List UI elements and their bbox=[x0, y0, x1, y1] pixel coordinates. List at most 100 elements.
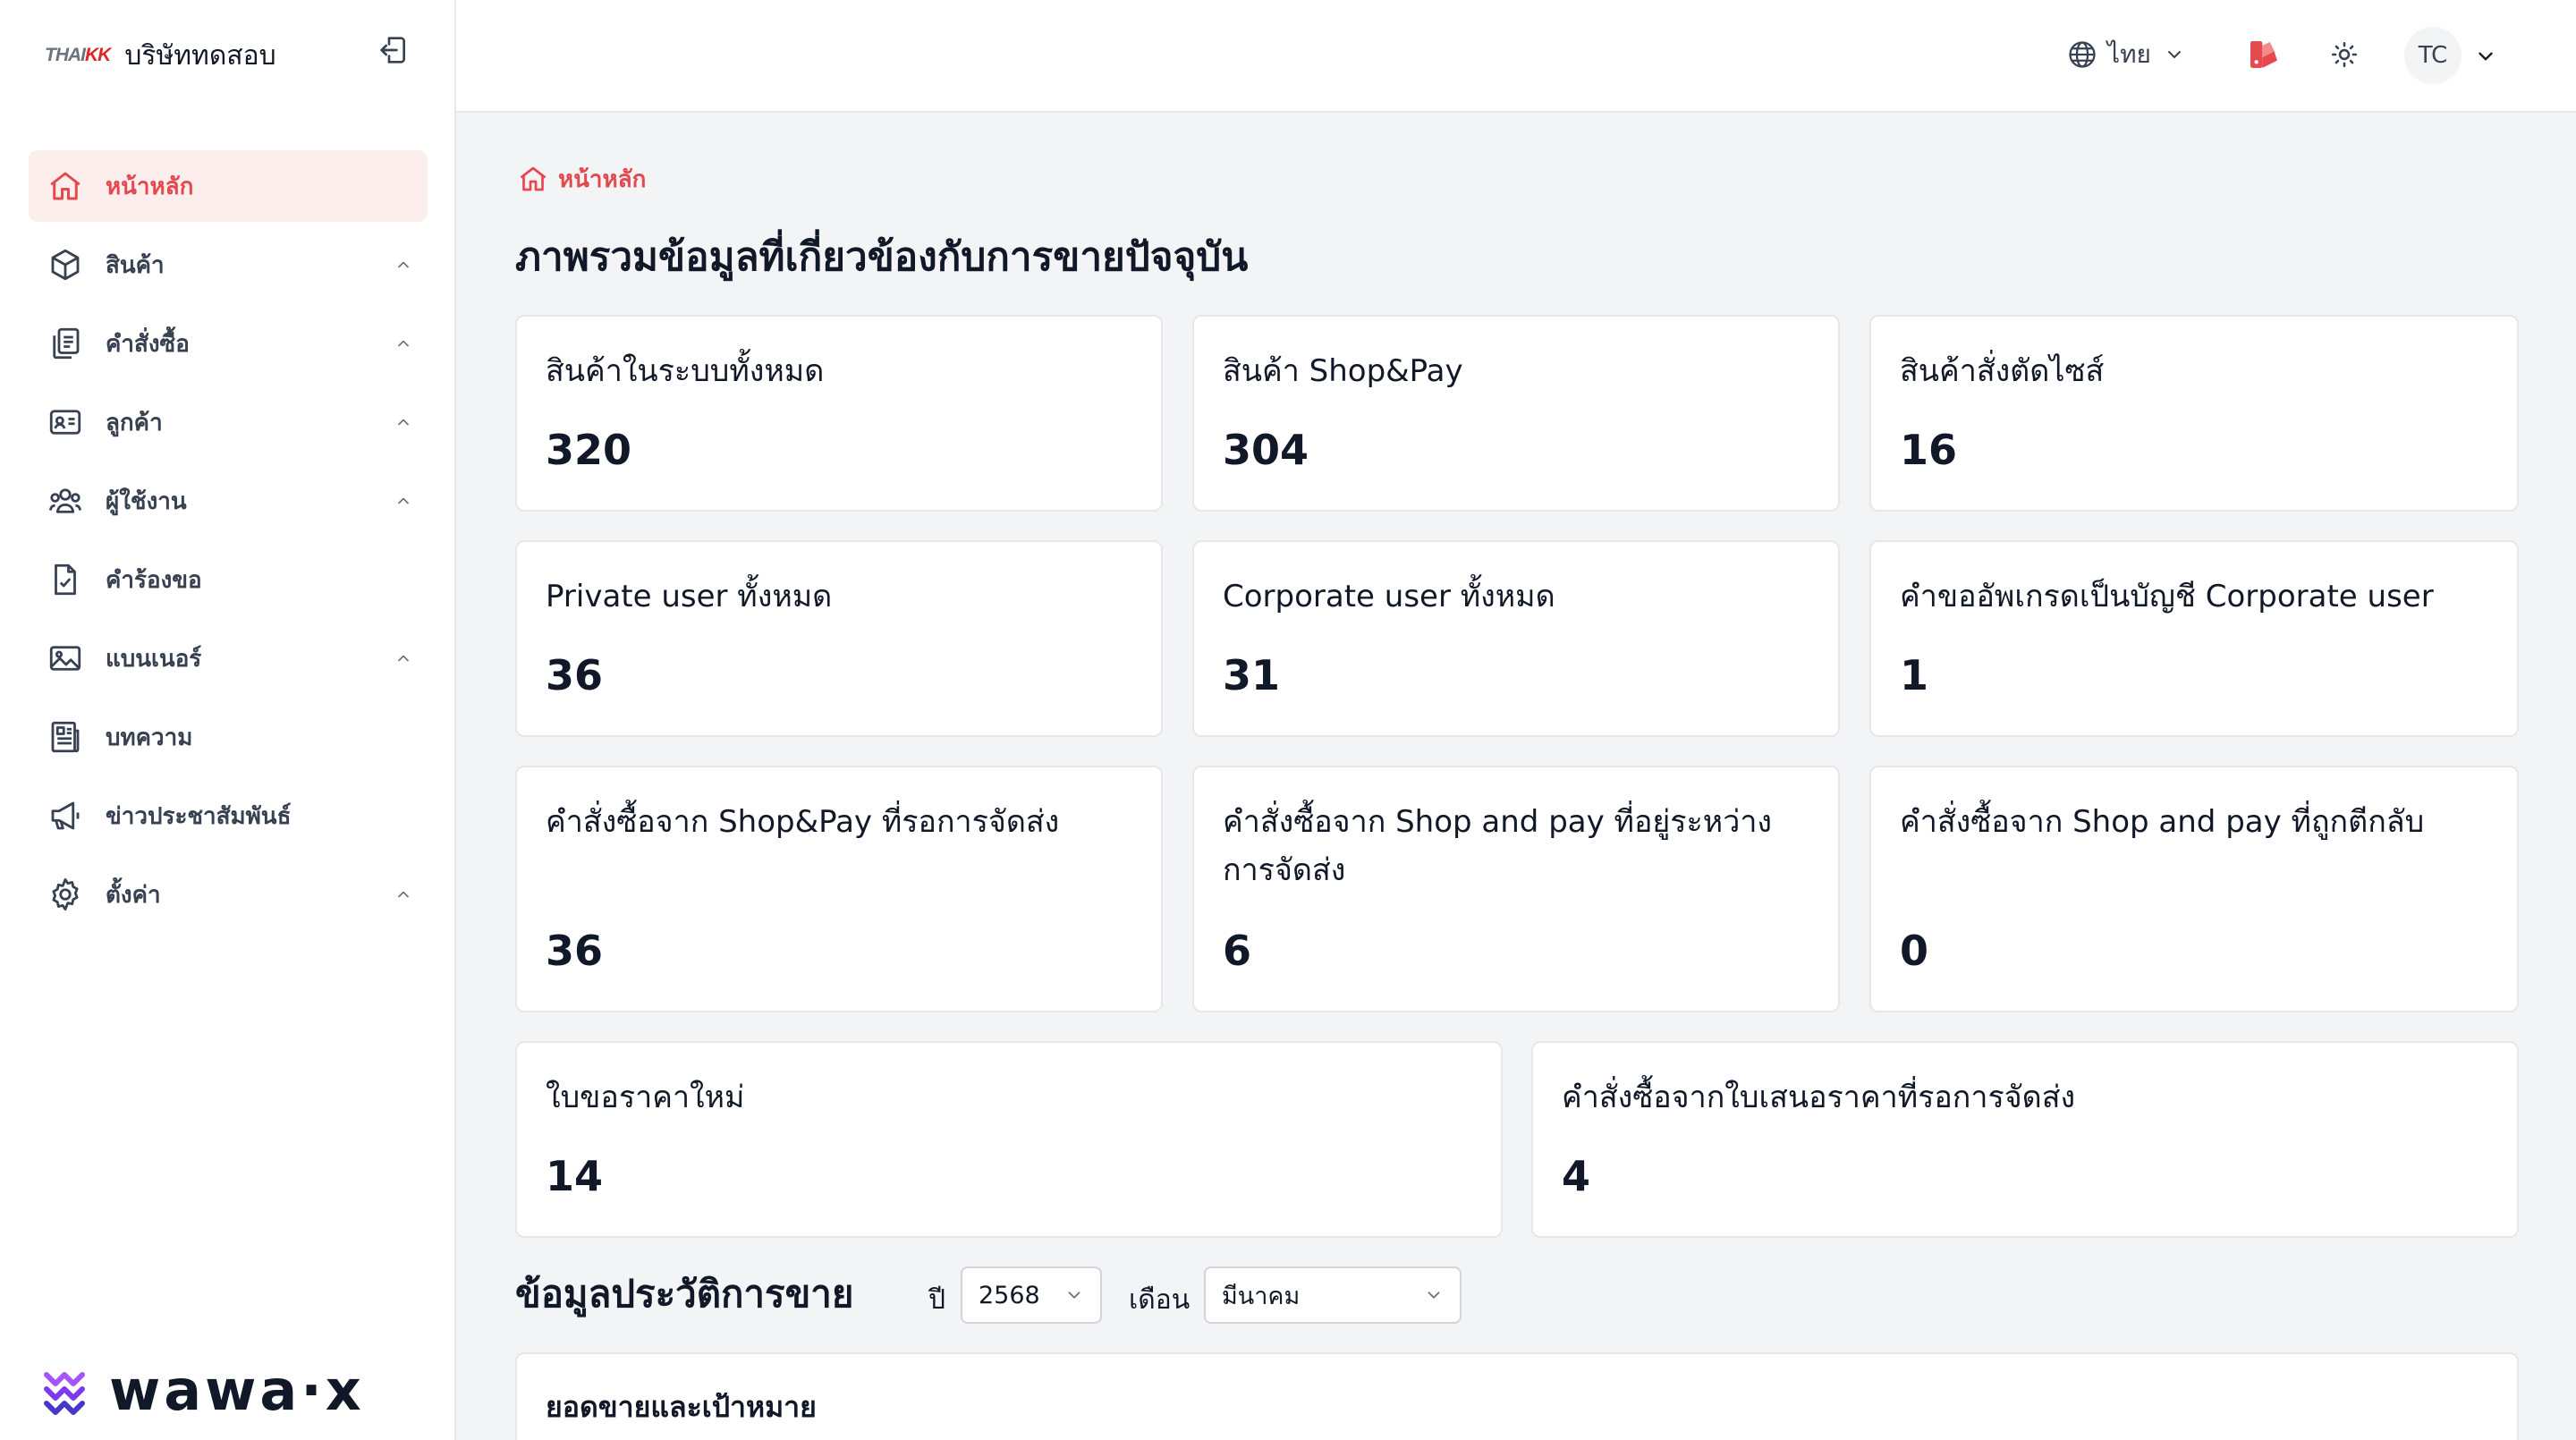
stat-card-quotation-orders-awaiting: คำสั่งซื้อจากใบเสนอราคาที่รอการจัดส่ง 4 bbox=[1531, 1041, 2519, 1238]
language-label: ไทย bbox=[2107, 39, 2151, 69]
sidebar-item-orders[interactable]: คำสั่งซื้อ bbox=[29, 308, 428, 379]
sidebar-item-label: ตั้งค่า bbox=[106, 881, 161, 909]
stat-value: 0 bbox=[1900, 927, 1929, 975]
image-icon bbox=[45, 638, 86, 679]
users-icon bbox=[45, 480, 86, 521]
chevron-down-icon bbox=[2167, 51, 2181, 58]
year-label: ปี bbox=[928, 1284, 946, 1316]
theme-toggle-button[interactable] bbox=[2324, 34, 2365, 75]
id-card-icon bbox=[45, 402, 86, 443]
sidebar-item-label: หน้าหลัก bbox=[106, 173, 194, 200]
sidebar-item-label: คำสั่งซื้อ bbox=[106, 330, 190, 358]
file-check-icon bbox=[45, 559, 86, 600]
sidebar-item-label: แบนเนอร์ bbox=[106, 645, 202, 673]
sidebar-item-customers[interactable]: ลูกค้า bbox=[29, 386, 428, 458]
stat-value: 1 bbox=[1900, 651, 1929, 699]
sidebar-item-settings[interactable]: ตั้งค่า bbox=[29, 859, 428, 930]
newspaper-icon bbox=[45, 716, 86, 758]
stat-value: 6 bbox=[1223, 927, 1252, 975]
chevron-up-icon bbox=[392, 647, 415, 670]
breadcrumb[interactable]: หน้าหลัก bbox=[517, 161, 646, 197]
chevron-up-icon bbox=[392, 253, 415, 276]
sidebar-item-articles[interactable]: บทความ bbox=[29, 701, 428, 773]
breadcrumb-label: หน้าหลัก bbox=[558, 165, 647, 193]
globe-icon bbox=[2069, 41, 2096, 68]
stat-value: 320 bbox=[546, 426, 632, 474]
wawax-wave-icon bbox=[44, 1372, 85, 1415]
stat-card-shop-pay-products: สินค้า Shop&Pay 304 bbox=[1192, 315, 1840, 512]
wawax-logo: wawa·x bbox=[41, 1363, 365, 1419]
stat-label: ใบขอราคาใหม่ bbox=[546, 1080, 745, 1115]
home-icon bbox=[45, 165, 86, 207]
home-icon bbox=[520, 166, 547, 191]
avatar[interactable]: TC bbox=[2404, 27, 2462, 84]
sidebar-item-requests[interactable]: คำร้องขอ bbox=[29, 544, 428, 615]
stat-label: สินค้าในระบบทั้งหมด bbox=[546, 353, 825, 389]
stat-value: 304 bbox=[1223, 426, 1309, 474]
sidebar-item-label: ลูกค้า bbox=[106, 409, 163, 436]
palette-icon bbox=[2250, 41, 2277, 68]
stat-value: 4 bbox=[1562, 1152, 1591, 1200]
megaphone-icon bbox=[45, 795, 86, 836]
logout-button[interactable] bbox=[374, 30, 413, 70]
sidebar-item-label: ผู้ใช้งาน bbox=[106, 487, 187, 515]
stat-value: 36 bbox=[546, 927, 604, 975]
stat-card-custom-size-products: สินค้าสั่งตัดไซส์ 16 bbox=[1869, 315, 2519, 512]
sidebar-item-label: สินค้า bbox=[106, 251, 165, 279]
wawax-wordmark: wawa·x bbox=[109, 1358, 365, 1423]
chevron-up-icon bbox=[392, 489, 415, 512]
chevron-down-icon bbox=[1068, 1292, 1080, 1299]
stat-label: Private user ทั้งหมด bbox=[546, 579, 833, 614]
sidebar-nav: หน้าหลัก สินค้า คำสั่งซื้อ ลูกค้า ผู้ใช้… bbox=[29, 150, 428, 937]
stat-label: คำขออัพเกรดเป็นบัญชี Corporate user bbox=[1900, 579, 2434, 614]
sales-target-title: ยอดขายและเป้าหมาย bbox=[546, 1390, 817, 1424]
chevron-down-icon bbox=[2479, 52, 2493, 61]
sales-history-title: ข้อมูลประวัติการขาย bbox=[515, 1272, 854, 1316]
sidebar-item-products[interactable]: สินค้า bbox=[29, 229, 428, 301]
company-logo: THAIKK bbox=[45, 45, 111, 65]
stat-card-new-quotations: ใบขอราคาใหม่ 14 bbox=[515, 1041, 1503, 1238]
stat-card-orders-in-transit: คำสั่งซื้อจาก Shop and pay ที่อยู่ระหว่า… bbox=[1192, 766, 1840, 1012]
sales-target-card: ยอดขายและเป้าหมาย bbox=[515, 1352, 2519, 1440]
month-label: เดือน bbox=[1129, 1284, 1191, 1316]
month-select[interactable]: มีนาคม bbox=[1204, 1266, 1462, 1324]
year-select[interactable]: 2568 bbox=[961, 1266, 1102, 1324]
year-select-value: 2568 bbox=[979, 1281, 1040, 1309]
stat-label: Corporate user ทั้งหมด bbox=[1223, 579, 1555, 614]
stat-card-corporate-users: Corporate user ทั้งหมด 31 bbox=[1192, 540, 1840, 737]
stat-value: 31 bbox=[1223, 651, 1281, 699]
chevron-down-icon bbox=[1428, 1292, 1440, 1299]
sidebar-item-home[interactable]: หน้าหลัก bbox=[29, 150, 428, 222]
sidebar-item-label: บทความ bbox=[106, 724, 193, 751]
stat-card-orders-returned: คำสั่งซื้อจาก Shop and pay ที่ถูกตีกลับ … bbox=[1869, 766, 2519, 1012]
chevron-up-icon bbox=[392, 883, 415, 906]
sidebar-item-users[interactable]: ผู้ใช้งาน bbox=[29, 465, 428, 537]
stat-card-orders-awaiting-shipment: คำสั่งซื้อจาก Shop&Pay ที่รอการจัดส่ง 36 bbox=[515, 766, 1163, 1012]
chevron-up-icon bbox=[392, 332, 415, 355]
stat-value: 36 bbox=[546, 651, 604, 699]
chevron-up-icon bbox=[392, 411, 415, 434]
stat-label: คำสั่งซื้อจาก Shop&Pay ที่รอการจัดส่ง bbox=[546, 804, 1060, 840]
sidebar-item-label: คำร้องขอ bbox=[106, 566, 202, 594]
language-selector[interactable]: ไทย bbox=[2066, 34, 2185, 75]
box-icon bbox=[45, 244, 86, 285]
logout-icon bbox=[380, 37, 405, 64]
gear-icon bbox=[45, 874, 86, 915]
stat-card-private-users: Private user ทั้งหมด 36 bbox=[515, 540, 1163, 737]
month-select-value: มีนาคม bbox=[1222, 1282, 1301, 1310]
stat-card-upgrade-requests: คำขออัพเกรดเป็นบัญชี Corporate user 1 bbox=[1869, 540, 2519, 737]
stat-value: 14 bbox=[546, 1152, 604, 1200]
sidebar-item-banners[interactable]: แบนเนอร์ bbox=[29, 623, 428, 694]
stat-value: 16 bbox=[1900, 426, 1958, 474]
stat-label: คำสั่งซื้อจาก Shop and pay ที่ถูกตีกลับ bbox=[1900, 804, 2425, 840]
page-title: ภาพรวมข้อมูลที่เกี่ยวข้องกับการขายปัจจุบ… bbox=[515, 234, 1249, 280]
stat-card-total-products: สินค้าในระบบทั้งหมด 320 bbox=[515, 315, 1163, 512]
company-name: บริษัททดสอบ bbox=[124, 39, 276, 72]
sidebar: THAIKK บริษัททดสอบ หน้าหลัก สินค้า คำสั่… bbox=[0, 0, 456, 1440]
theme-palette-button[interactable] bbox=[2243, 34, 2284, 75]
user-menu-button[interactable] bbox=[2472, 43, 2499, 70]
clipboard-icon bbox=[45, 323, 86, 364]
stat-label: สินค้าสั่งตัดไซส์ bbox=[1900, 353, 2105, 389]
sidebar-item-press[interactable]: ข่าวประชาสัมพันธ์ bbox=[29, 780, 428, 851]
stat-label: คำสั่งซื้อจากใบเสนอราคาที่รอการจัดส่ง bbox=[1562, 1080, 2076, 1115]
